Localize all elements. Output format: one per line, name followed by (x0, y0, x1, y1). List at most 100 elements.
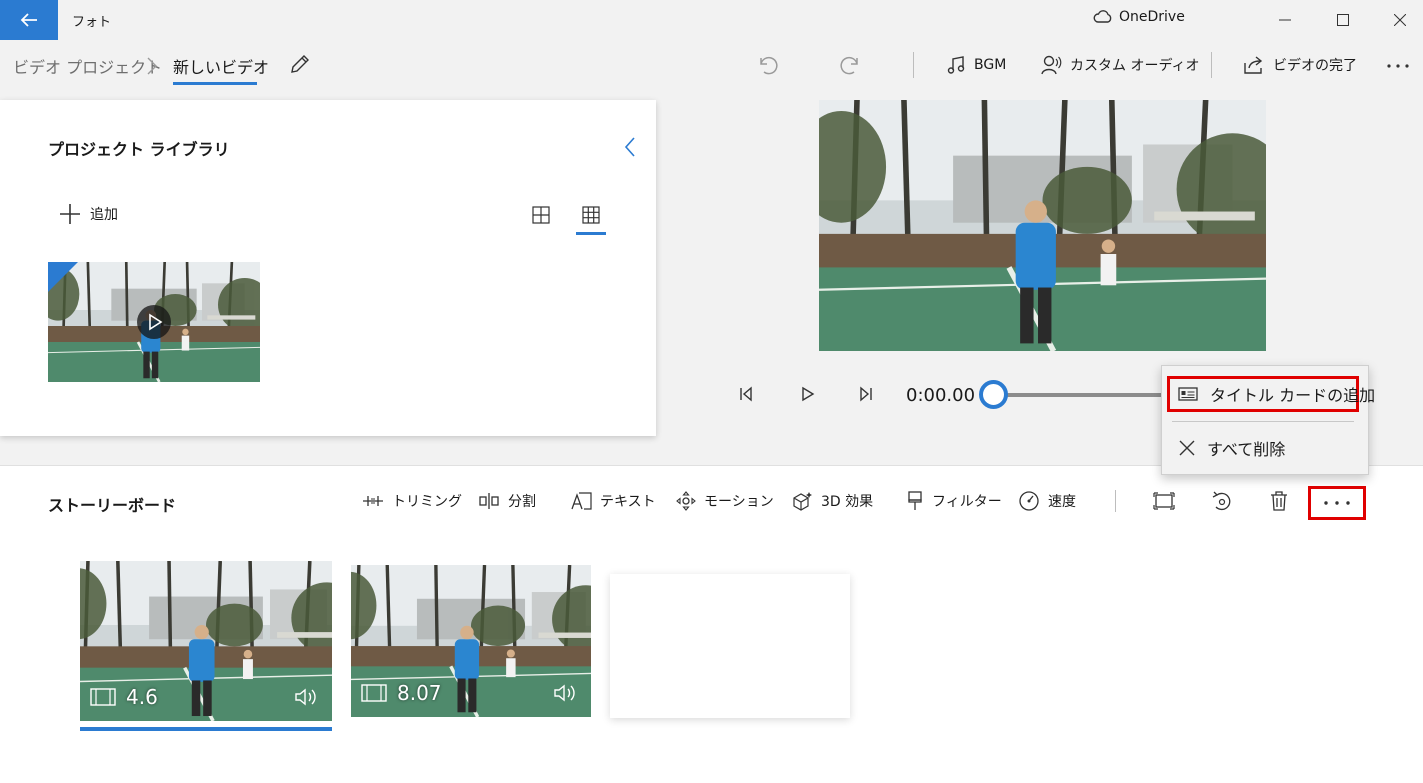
empty-clip-placeholder[interactable] (610, 574, 850, 718)
storyboard-more-button[interactable] (1308, 486, 1366, 520)
undo-icon (756, 54, 778, 76)
grid-large-icon (532, 206, 550, 224)
menu-separator (1172, 421, 1354, 422)
add-title-card-item[interactable]: タイトル カードの追加 (1167, 376, 1375, 412)
add-media-button[interactable]: 追加 (60, 204, 118, 224)
clip-duration-block: 4.6 (90, 685, 158, 709)
library-video-thumbnail[interactable] (48, 262, 260, 382)
redo-button[interactable] (836, 50, 866, 80)
pencil-icon (288, 54, 310, 76)
selected-clip-indicator (80, 727, 332, 731)
onedrive-label: OneDrive (1119, 9, 1185, 25)
playback-time: 0:00.00 (906, 385, 976, 406)
finish-video-label: ビデオの完了 (1273, 58, 1357, 74)
share-icon (1243, 55, 1265, 75)
close-button[interactable] (1377, 0, 1423, 40)
cloud-icon (1093, 10, 1113, 24)
rename-button[interactable] (284, 50, 314, 80)
chevron-right-icon (146, 56, 158, 76)
project-library-title: プロジェクト ライブラリ (48, 140, 230, 159)
text-button[interactable]: テキスト (570, 490, 656, 512)
3d-effects-button[interactable]: 3D 効果 (791, 490, 873, 512)
split-icon (478, 493, 500, 509)
filters-button[interactable]: フィルター (906, 490, 1002, 512)
breadcrumb-root[interactable]: ビデオ プロジェクト (13, 54, 162, 78)
bgm-button[interactable]: BGM (946, 52, 1006, 78)
music-note-icon (946, 55, 966, 75)
motion-button[interactable]: モーション (676, 490, 774, 512)
bgm-label: BGM (974, 57, 1007, 73)
text-icon (570, 492, 592, 510)
video-preview (819, 100, 1266, 351)
resize-icon (1153, 492, 1175, 510)
preview-image (819, 100, 1266, 351)
play-icon (800, 386, 816, 402)
large-thumbnails-button[interactable] (528, 202, 554, 228)
trim-button[interactable]: トリミング (362, 490, 462, 512)
speed-icon (1018, 490, 1040, 512)
more-options-menu: タイトル カードの追加 すべて削除 (1161, 365, 1375, 475)
storyboard-panel: ストーリーボード トリミング 分割 テキスト モーション 3D 効果 フィルター (0, 465, 1423, 783)
maximize-icon (1337, 14, 1349, 26)
previous-frame-button[interactable] (732, 380, 760, 408)
delete-all-item[interactable]: すべて削除 (1167, 430, 1359, 466)
film-icon (90, 688, 116, 706)
next-frame-button[interactable] (852, 380, 880, 408)
storyboard-clip[interactable]: 4.6 (80, 561, 332, 721)
voice-icon (1040, 54, 1062, 76)
redo-icon (840, 54, 862, 76)
back-button[interactable] (0, 0, 58, 40)
finish-video-button[interactable]: ビデオの完了 (1243, 52, 1357, 78)
more-icon (1322, 500, 1352, 506)
film-icon (361, 684, 387, 702)
collapse-library-button[interactable] (617, 134, 643, 160)
delete-button[interactable] (1264, 486, 1294, 516)
clip-duration-block: 8.07 (361, 681, 442, 705)
title-card-icon (1178, 386, 1198, 402)
plus-icon (60, 204, 80, 224)
resize-button[interactable] (1149, 486, 1179, 516)
split-button[interactable]: 分割 (478, 490, 536, 512)
storyboard-clip[interactable]: 8.07 (351, 565, 591, 717)
speaker-icon[interactable] (553, 683, 579, 703)
split-label: 分割 (508, 494, 536, 510)
added-corner-marker (48, 262, 78, 292)
filter-icon (906, 491, 924, 511)
seek-bar[interactable] (995, 393, 1165, 397)
rotate-icon (1211, 490, 1233, 512)
chevron-left-icon (624, 136, 636, 158)
custom-audio-button[interactable]: カスタム オーディオ (1040, 52, 1199, 78)
play-button[interactable] (794, 380, 822, 408)
trim-icon (362, 493, 384, 509)
trim-label: トリミング (392, 494, 462, 510)
minimize-button[interactable] (1262, 0, 1308, 40)
project-library-panel: プロジェクト ライブラリ 追加 (0, 100, 656, 436)
next-frame-icon (858, 386, 874, 402)
more-options-button[interactable] (1382, 52, 1414, 80)
rotate-button[interactable] (1207, 486, 1237, 516)
clip-duration: 8.07 (397, 681, 442, 705)
filters-label: フィルター (932, 494, 1002, 510)
onedrive-status[interactable]: OneDrive (1093, 9, 1185, 25)
speaker-icon[interactable] (294, 687, 320, 707)
custom-audio-label: カスタム オーディオ (1070, 58, 1200, 74)
grid-small-icon (582, 206, 600, 224)
view-selected-underline (576, 232, 606, 235)
small-thumbnails-button[interactable] (578, 202, 604, 228)
maximize-button[interactable] (1320, 0, 1366, 40)
undo-button[interactable] (752, 50, 782, 80)
storyboard-separator (1115, 490, 1116, 512)
minimize-icon (1279, 14, 1291, 26)
motion-label: モーション (704, 494, 774, 510)
speed-label: 速度 (1048, 494, 1076, 510)
breadcrumb-underline (173, 82, 257, 85)
3d-effects-label: 3D 効果 (821, 494, 874, 510)
speed-button[interactable]: 速度 (1018, 490, 1076, 512)
breadcrumb-current: 新しいビデオ (173, 58, 270, 77)
more-icon (1386, 63, 1410, 69)
delete-all-label: すべて削除 (1207, 440, 1286, 459)
seek-handle[interactable] (979, 380, 1008, 409)
motion-icon (676, 491, 696, 511)
add-title-card-label: タイトル カードの追加 (1210, 386, 1376, 405)
close-x-icon (1179, 440, 1195, 456)
